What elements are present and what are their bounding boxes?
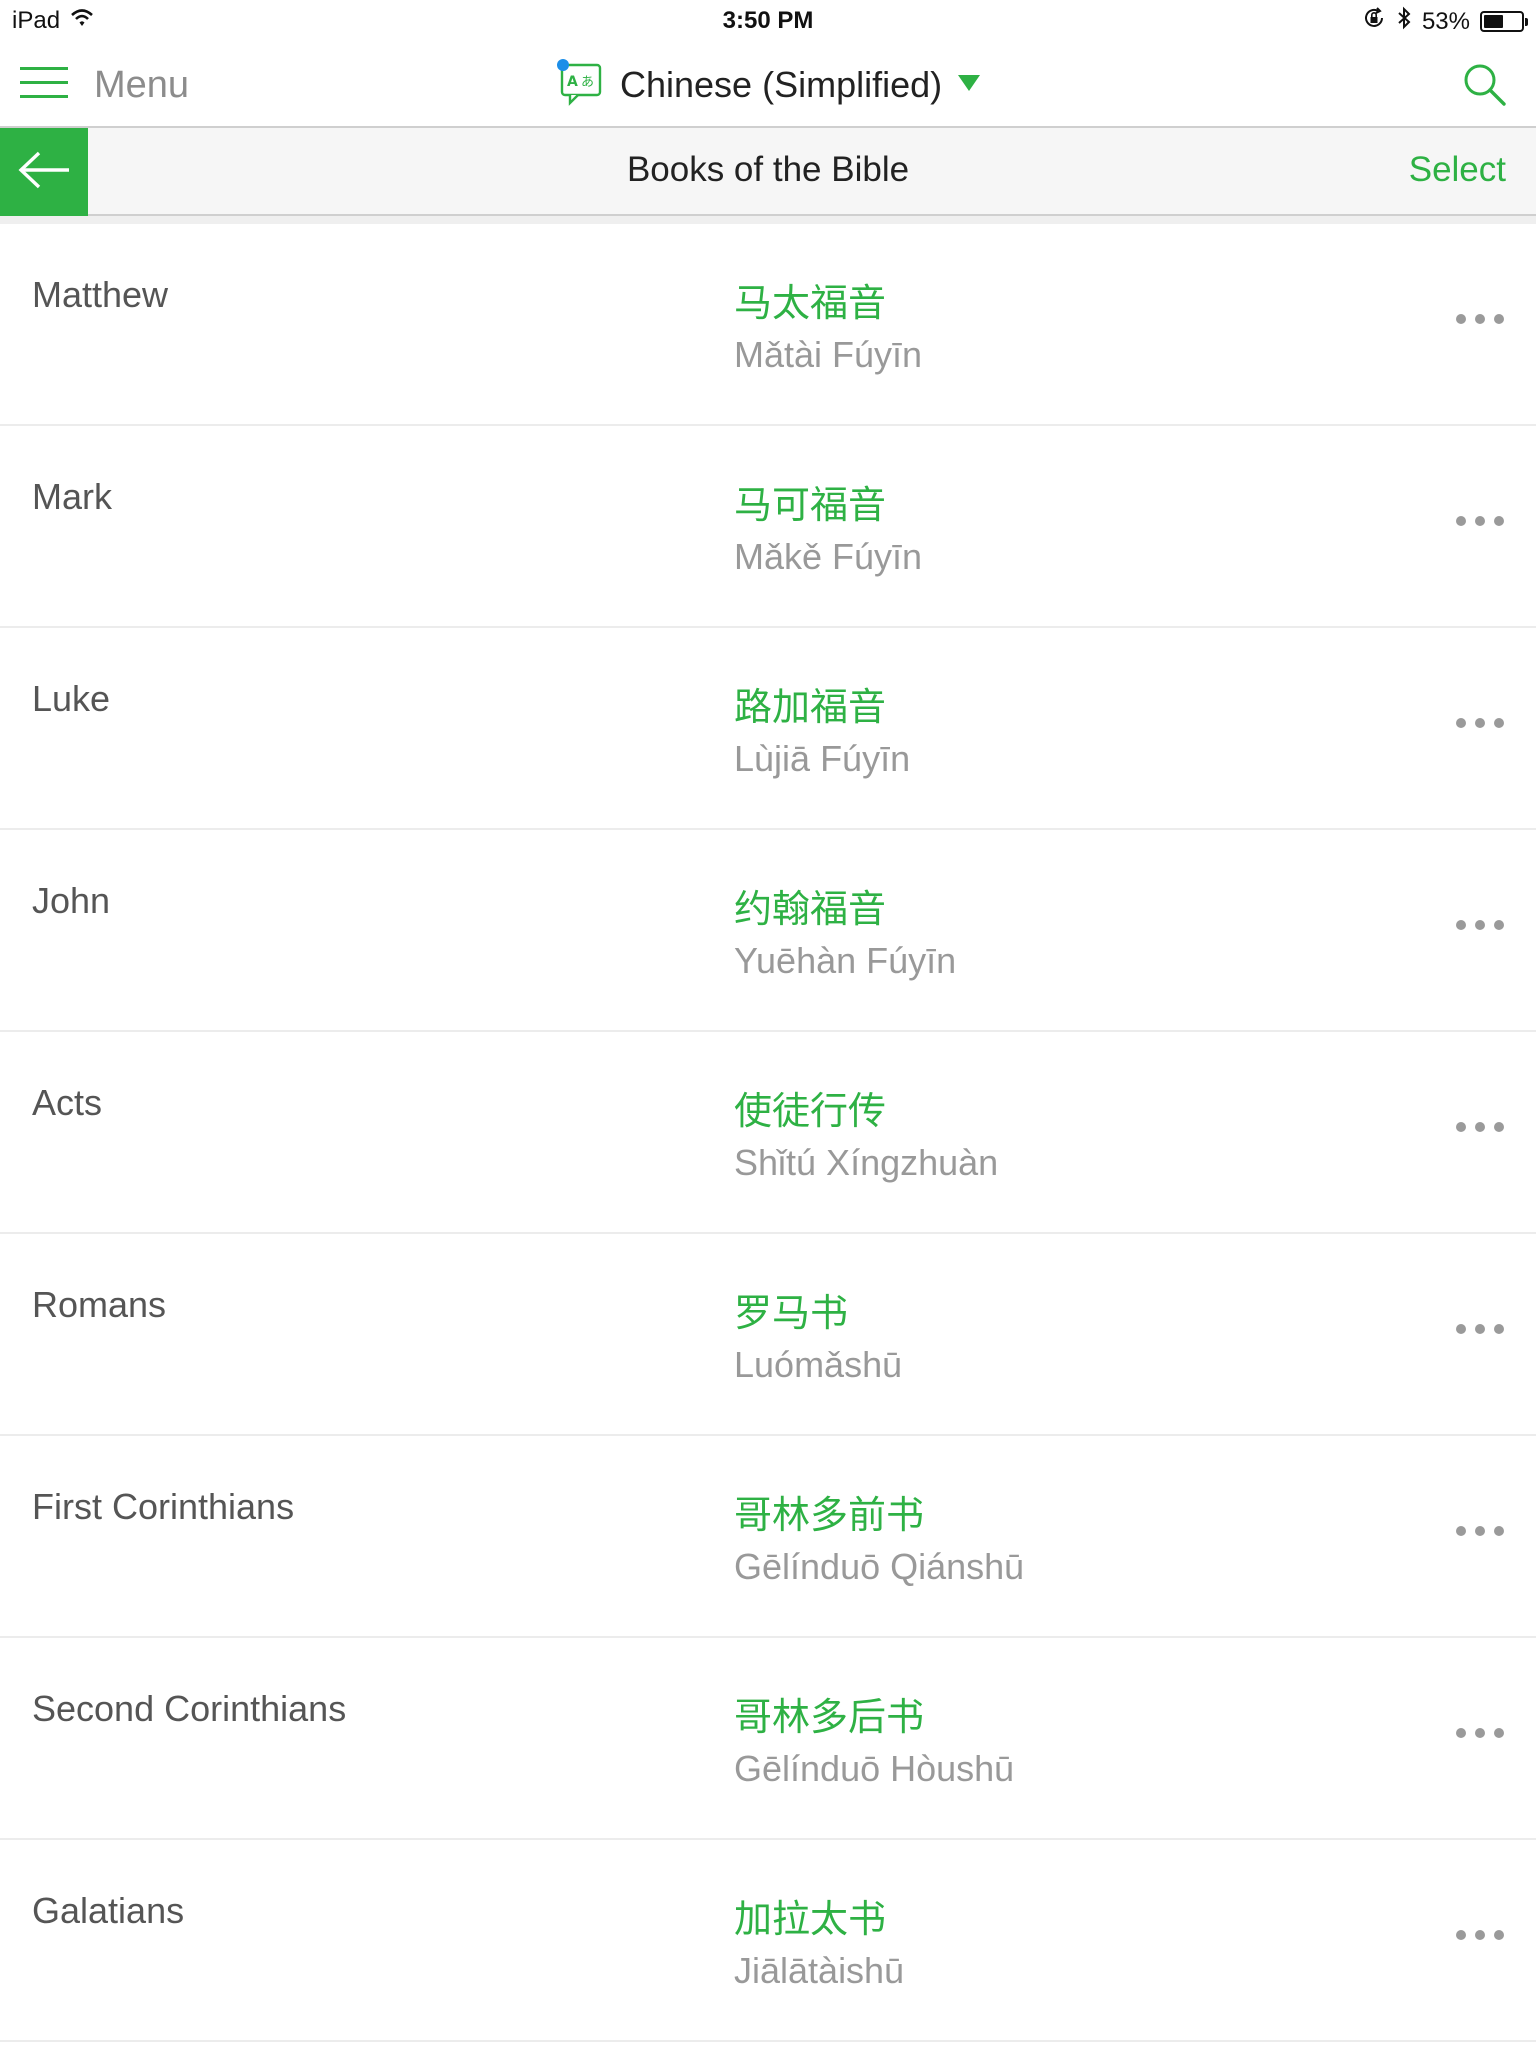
book-pinyin: Gēlínduō Qiánshū [734, 1546, 1025, 1587]
more-dot-icon [1494, 718, 1504, 728]
more-options-button[interactable] [1450, 1314, 1510, 1344]
more-dot-icon [1494, 1728, 1504, 1738]
more-dot-icon [1494, 1526, 1504, 1536]
book-chinese-name: 哥林多前书 [734, 1493, 925, 1537]
more-dot-icon [1456, 1526, 1466, 1536]
battery-icon [1480, 11, 1528, 32]
more-dot-icon [1494, 1324, 1504, 1334]
status-right: 53% [1362, 6, 1528, 37]
search-button[interactable] [1460, 60, 1510, 110]
more-dot-icon [1456, 1728, 1466, 1738]
more-options-button[interactable] [1450, 304, 1510, 334]
book-pinyin: Mǎkě Fúyīn [734, 536, 923, 577]
battery-percent: 53% [1421, 7, 1470, 35]
book-english-name: First Corinthians [32, 1486, 295, 1527]
search-icon [1460, 64, 1510, 114]
more-options-button[interactable] [1450, 1920, 1510, 1950]
select-button[interactable]: Select [1409, 150, 1506, 190]
book-pinyin: Lùjiā Fúyīn [734, 738, 911, 779]
menu-label: Menu [94, 63, 190, 106]
bluetooth-icon [1396, 6, 1412, 37]
book-english-name: Galatians [32, 1890, 185, 1931]
list-item[interactable]: Romans 罗马书 Luómǎshū [0, 1234, 1536, 1436]
more-dot-icon [1456, 1324, 1466, 1334]
book-english-name: Mark [32, 476, 112, 517]
list-item[interactable]: Luke 路加福音 Lùjiā Fúyīn [0, 628, 1536, 830]
book-chinese-name: 罗马书 [734, 1291, 849, 1335]
header-divider [0, 216, 1536, 224]
status-time: 3:50 PM [722, 7, 814, 34]
list-item[interactable]: Second Corinthians 哥林多后书 Gēlínduō Hòushū [0, 1638, 1536, 1840]
book-chinese-name: 使徒行传 [734, 1089, 887, 1133]
book-pinyin: Shǐtú Xíngzhuàn [734, 1142, 999, 1183]
more-options-button[interactable] [1450, 1112, 1510, 1142]
translate-icon: A あ [556, 58, 606, 113]
more-dot-icon [1475, 1324, 1485, 1334]
page-title: Books of the Bible [626, 150, 910, 189]
book-chinese-name: 马可福音 [734, 483, 887, 527]
more-dot-icon [1475, 1122, 1485, 1132]
rotation-lock-icon [1362, 6, 1386, 37]
books-list: Matthew 马太福音 Mǎtài Fúyīn Mark 马可福音 Mǎkě … [0, 224, 1536, 2042]
book-english-name: Acts [32, 1082, 103, 1123]
book-pinyin: Yuēhàn Fúyīn [734, 940, 957, 981]
list-item[interactable]: Acts 使徒行传 Shǐtú Xíngzhuàn [0, 1032, 1536, 1234]
more-dot-icon [1475, 920, 1485, 930]
book-english-name: Second Corinthians [32, 1688, 347, 1729]
dropdown-triangle-icon [956, 73, 982, 98]
book-english-name: Matthew [32, 274, 169, 315]
book-chinese-name: 约翰福音 [734, 887, 887, 931]
list-item[interactable]: Matthew 马太福音 Mǎtài Fúyīn [0, 224, 1536, 426]
more-dot-icon [1494, 920, 1504, 930]
list-item[interactable]: Galatians 加拉太书 Jiālātàishū [0, 1840, 1536, 2042]
more-dot-icon [1475, 516, 1485, 526]
more-options-button[interactable] [1450, 910, 1510, 940]
more-options-button[interactable] [1450, 1516, 1510, 1546]
book-pinyin: Mǎtài Fúyīn [734, 334, 923, 375]
more-dot-icon [1456, 1122, 1466, 1132]
more-dot-icon [1456, 920, 1466, 930]
svg-text:あ: あ [581, 75, 594, 90]
list-item[interactable]: First Corinthians 哥林多前书 Gēlínduō Qiánshū [0, 1436, 1536, 1638]
book-pinyin: Gēlínduō Hòushū [734, 1748, 1015, 1789]
sub-header: Books of the Bible Select [0, 128, 1536, 216]
book-english-name: Romans [32, 1284, 167, 1325]
more-dot-icon [1494, 314, 1504, 324]
status-bar: iPad 3:50 PM 53% [0, 0, 1536, 42]
menu-button[interactable]: Menu [20, 60, 189, 110]
more-dot-icon [1456, 516, 1466, 526]
more-options-button[interactable] [1450, 506, 1510, 536]
book-chinese-name: 马太福音 [734, 281, 887, 325]
battery-fill [1484, 15, 1504, 28]
more-dot-icon [1494, 1122, 1504, 1132]
more-dot-icon [1475, 1728, 1485, 1738]
book-chinese-name: 路加福音 [734, 685, 887, 729]
book-chinese-name: 加拉太书 [734, 1897, 887, 1941]
list-item[interactable]: John 约翰福音 Yuēhàn Fúyīn [0, 830, 1536, 1032]
list-item[interactable]: Mark 马可福音 Mǎkě Fúyīn [0, 426, 1536, 628]
more-dot-icon [1456, 314, 1466, 324]
book-chinese-name: 哥林多后书 [734, 1695, 925, 1739]
language-label: Chinese (Simplified) [620, 64, 943, 105]
more-dot-icon [1475, 718, 1485, 728]
book-english-name: Luke [32, 678, 111, 719]
more-dot-icon [1456, 1930, 1466, 1940]
more-options-button[interactable] [1450, 1718, 1510, 1748]
more-options-button[interactable] [1450, 708, 1510, 738]
more-dot-icon [1456, 718, 1466, 728]
svg-text:A: A [567, 74, 578, 90]
more-dot-icon [1475, 1526, 1485, 1536]
app-bar: Menu A あ Chinese (Simplified) [0, 42, 1536, 128]
more-dot-icon [1475, 1930, 1485, 1940]
book-english-name: John [32, 880, 111, 921]
more-dot-icon [1494, 516, 1504, 526]
more-dot-icon [1494, 1930, 1504, 1940]
book-pinyin: Luómǎshū [734, 1344, 903, 1385]
book-pinyin: Jiālātàishū [734, 1950, 905, 1991]
hamburger-icon [20, 65, 68, 106]
more-dot-icon [1475, 314, 1485, 324]
language-selector[interactable]: A あ Chinese (Simplified) [556, 54, 982, 116]
